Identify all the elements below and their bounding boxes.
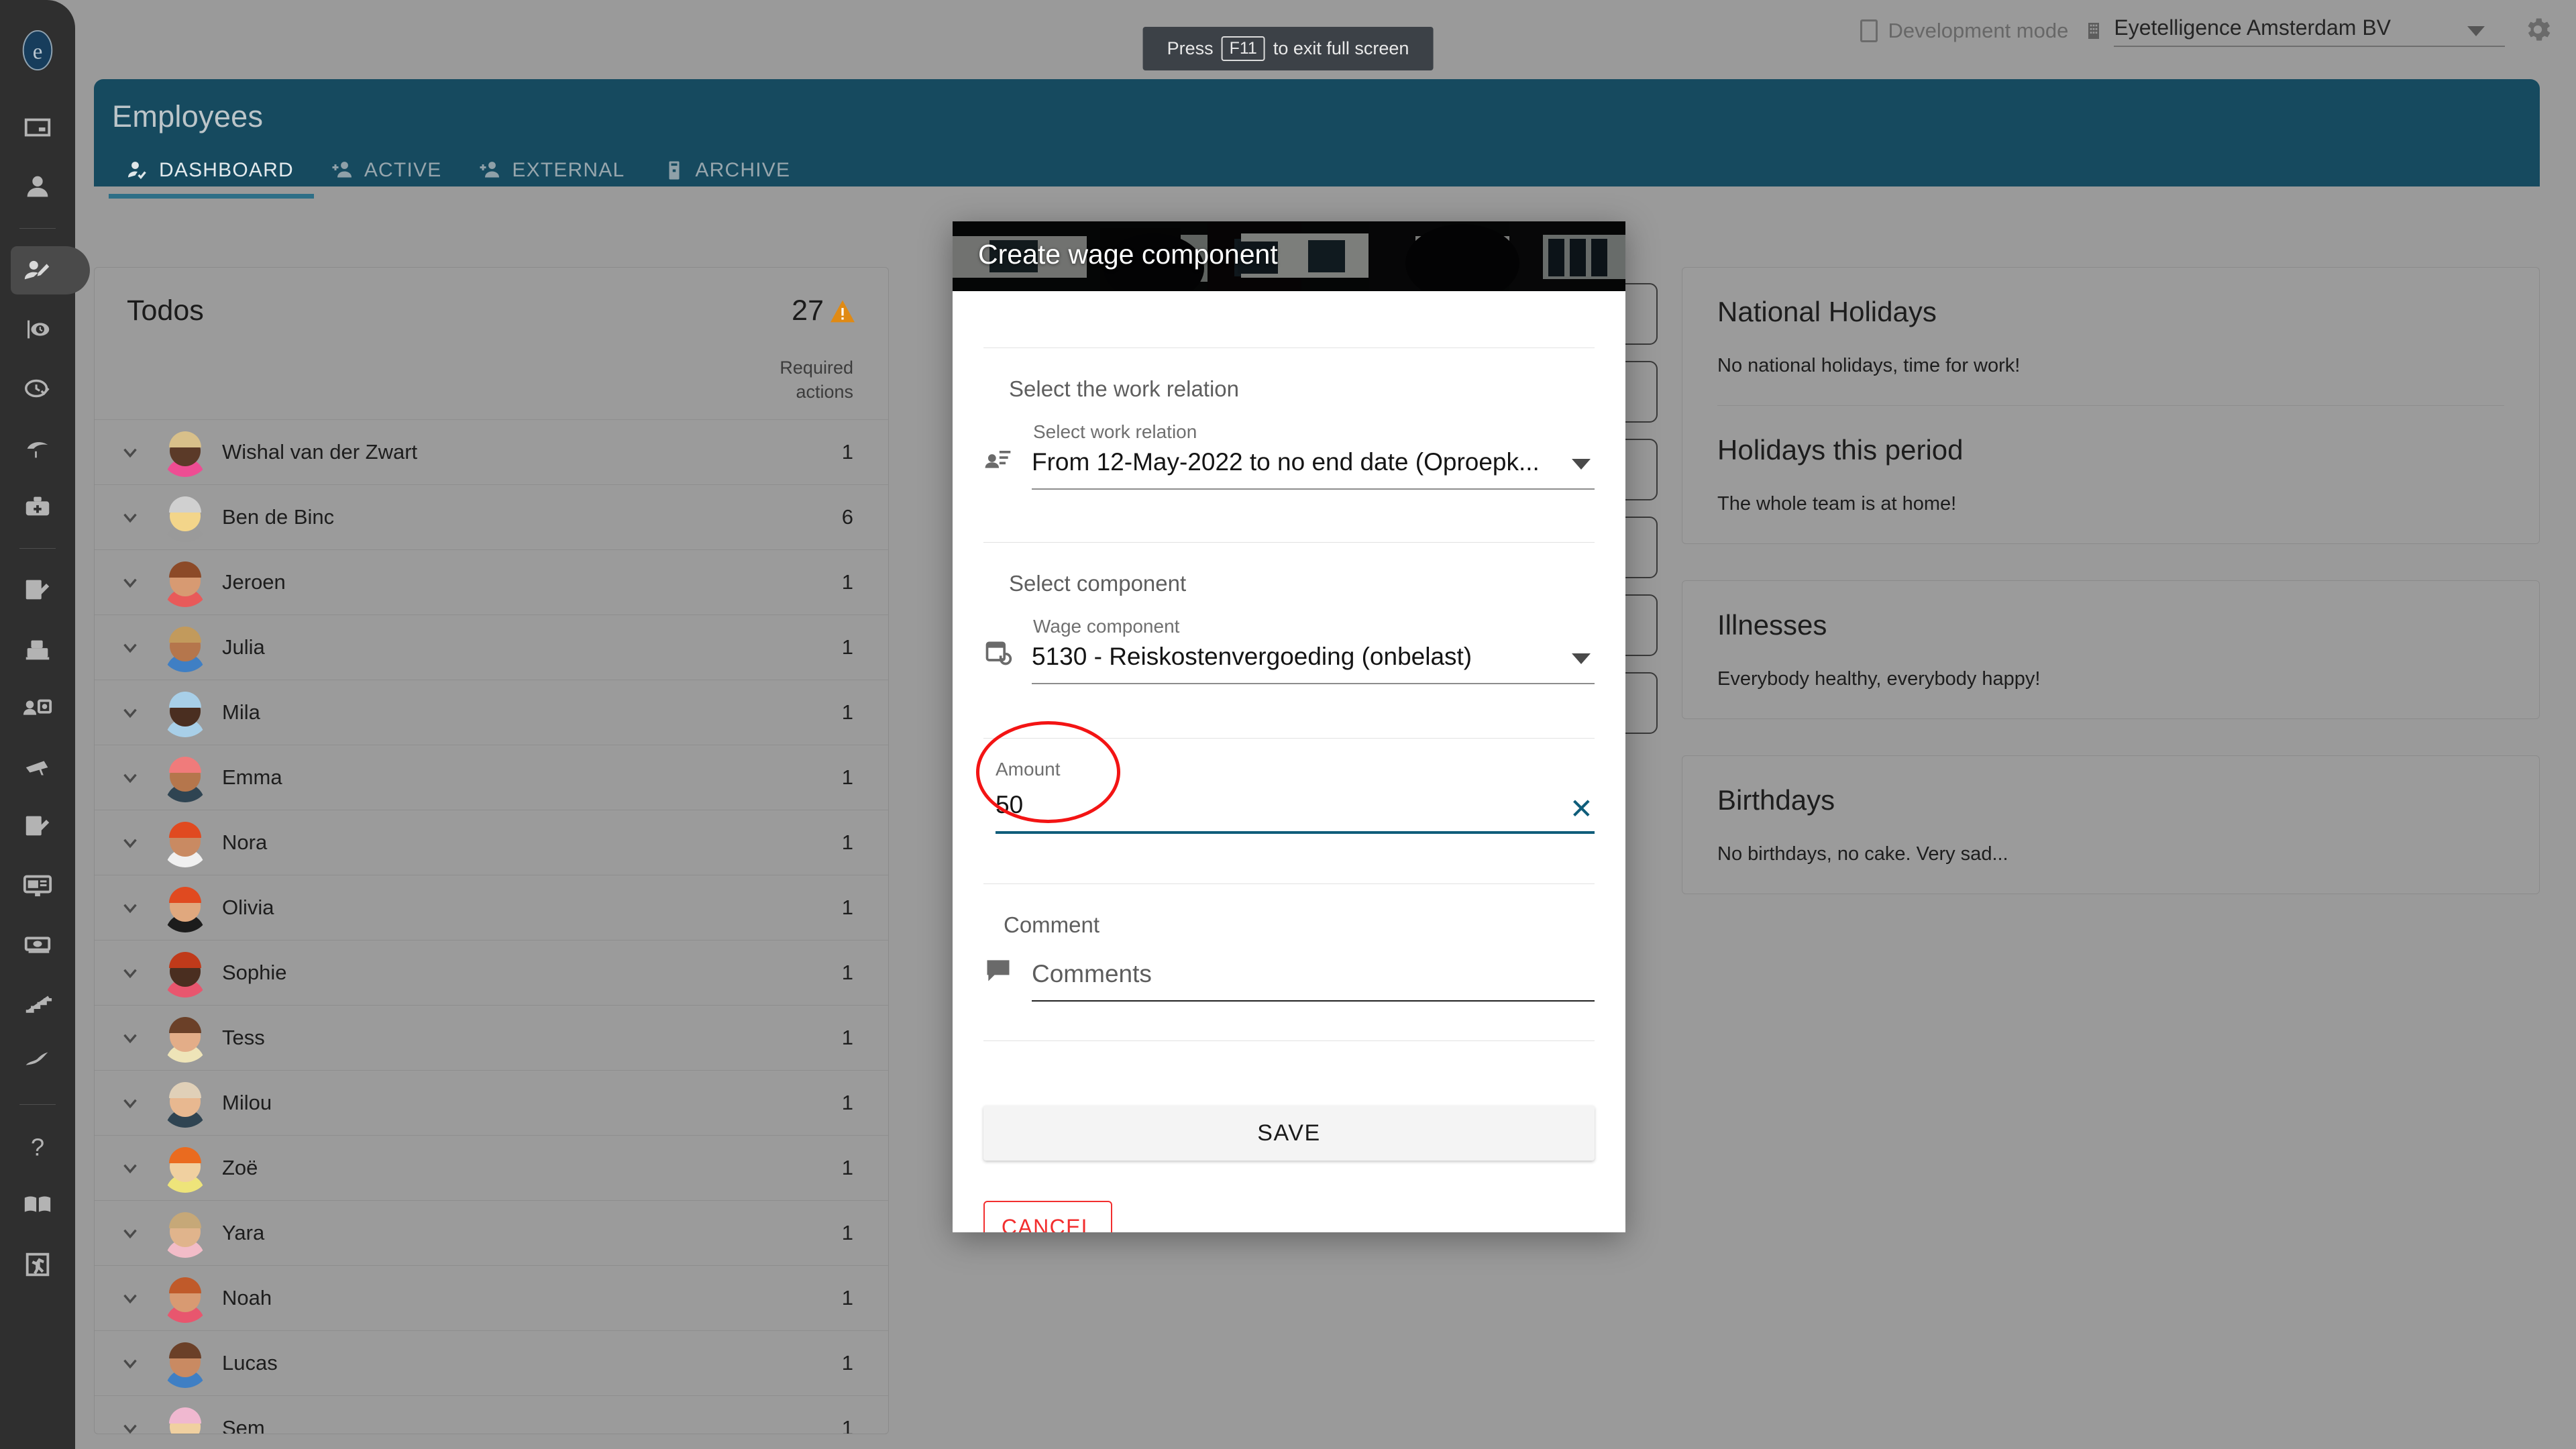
section-divider — [983, 1040, 1595, 1041]
amount-label: Amount — [996, 759, 1061, 780]
component-section-label: Select component — [1009, 571, 1187, 596]
dialog-title: Create wage component — [978, 239, 1278, 270]
comment-field[interactable]: Comments — [1032, 960, 1595, 1002]
chevron-down-icon[interactable] — [1572, 459, 1591, 470]
wage-component-sublabel: Wage component — [1033, 616, 1180, 637]
comment-icon-wrap — [983, 955, 1032, 1002]
comment-bubble-icon — [987, 960, 1010, 981]
save-button[interactable]: SAVE — [983, 1106, 1595, 1161]
wage-component-field[interactable]: Wage component 5130 - Reiskostenvergoedi… — [1032, 616, 1595, 684]
work-relation-value[interactable]: From 12-May-2022 to no end date (Oproepk… — [1032, 448, 1595, 490]
amount-input-group[interactable]: Amount 50 ✕ — [983, 739, 1595, 834]
application-root: e ? Development mode Eyetelligence Amste… — [0, 0, 2576, 1449]
comment-section-label: Comment — [1004, 912, 1100, 937]
comment-input-group[interactable]: Comments — [983, 938, 1595, 1002]
cancel-button[interactable]: CANCEL — [983, 1201, 1112, 1232]
work-relation-field[interactable]: Select work relation From 12-May-2022 to… — [1032, 421, 1595, 490]
wage-component-select[interactable]: Wage component 5130 - Reiskostenvergoedi… — [983, 596, 1595, 684]
amount-input[interactable]: 50 — [996, 791, 1595, 834]
dialog-body: Select the work relation Select work rel… — [953, 347, 1625, 1041]
work-relation-section-label: Select the work relation — [1009, 376, 1240, 401]
calendar-sync-icon — [985, 641, 1012, 665]
person-list-icon — [985, 451, 1011, 468]
close-icon[interactable]: ✕ — [1570, 795, 1593, 823]
dialog-banner: Create wage component — [953, 221, 1625, 291]
create-wage-component-dialog: Create wage component Select the work re… — [953, 221, 1625, 1232]
amount-field[interactable]: Amount 50 ✕ — [996, 759, 1595, 834]
work-relation-sublabel: Select work relation — [1033, 421, 1197, 442]
chevron-down-icon[interactable] — [1572, 653, 1591, 664]
comment-input[interactable]: Comments — [1032, 960, 1595, 1002]
calendar-sync-icon-wrap — [983, 638, 1032, 684]
person-list-icon-wrap — [983, 443, 1032, 490]
work-relation-select[interactable]: Select work relation From 12-May-2022 to… — [983, 402, 1595, 490]
wage-component-value[interactable]: 5130 - Reiskostenvergoeding (onbelast) — [1032, 643, 1595, 684]
